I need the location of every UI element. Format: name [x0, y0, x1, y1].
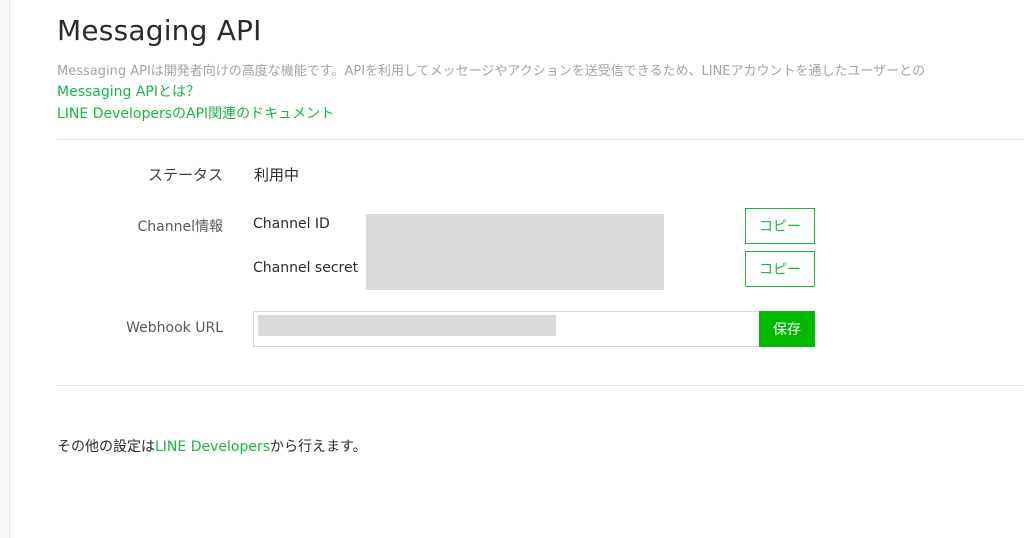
webhook-url-label: Webhook URL — [126, 320, 223, 336]
section-divider-top — [57, 139, 1024, 140]
section-divider-bottom — [57, 385, 1024, 386]
channel-secret-label: Channel secret — [253, 260, 359, 276]
channel-credentials-redacted — [366, 214, 664, 290]
page-description: Messaging APIは開発者向けの高度な機能です。APIを利用してメッセー… — [57, 64, 926, 79]
what-is-messaging-api-link[interactable]: Messaging APIとは？ — [57, 81, 200, 101]
channel-id-label: Channel ID — [253, 216, 330, 232]
save-webhook-button[interactable]: 保存 — [759, 311, 815, 347]
footer-note: その他の設定はLINE Developersから行えます。 — [57, 436, 367, 456]
status-label: ステータス — [147, 166, 223, 184]
copy-channel-id-button[interactable]: コピー — [745, 208, 815, 244]
page-title: Messaging API — [57, 14, 262, 47]
left-sidebar-rail — [0, 0, 10, 538]
copy-channel-secret-button[interactable]: コピー — [745, 251, 815, 287]
footer-note-prefix: その他の設定は — [57, 439, 155, 455]
footer-note-suffix: から行えます。 — [270, 439, 367, 455]
line-developers-link[interactable]: LINE Developers — [155, 439, 270, 455]
channel-info-label: Channel情報 — [137, 219, 223, 235]
api-docs-link[interactable]: LINE DevelopersのAPI関連のドキュメント — [57, 103, 334, 123]
webhook-url-redacted — [258, 315, 556, 336]
messaging-api-page: Messaging API Messaging APIは開発者向けの高度な機能で… — [57, 0, 1024, 538]
status-value: 利用中 — [254, 166, 300, 184]
